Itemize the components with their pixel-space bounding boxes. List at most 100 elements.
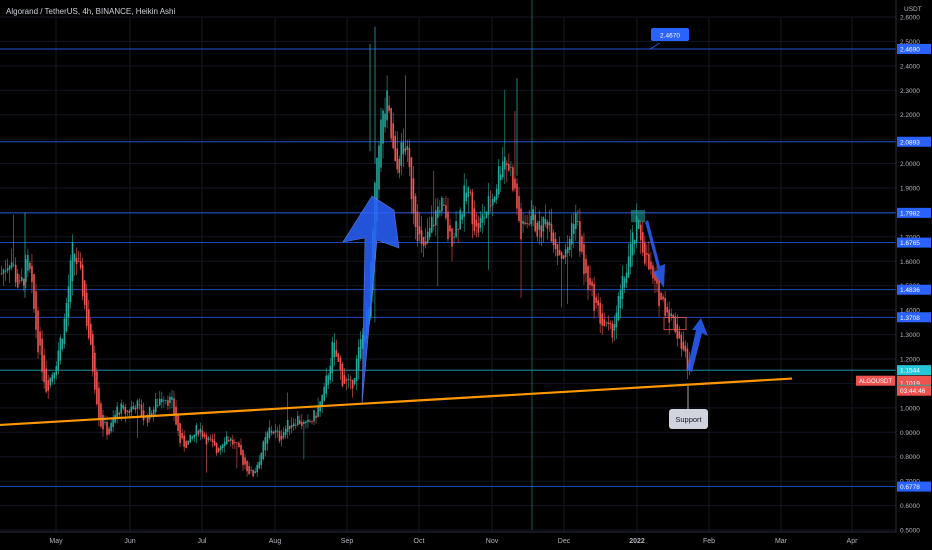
candle-body — [242, 449, 244, 465]
candle-body — [96, 371, 98, 405]
x-tick-label: May — [49, 538, 63, 545]
candle-body — [570, 223, 573, 245]
candle-body — [240, 445, 242, 455]
candle-body — [225, 436, 228, 444]
candle-body — [558, 249, 561, 255]
candle-body — [599, 302, 601, 324]
candle-body — [546, 221, 549, 229]
candle-body — [183, 435, 185, 447]
candle-body — [554, 238, 557, 250]
candle-body — [587, 266, 589, 290]
candle-body — [116, 406, 118, 419]
candle-body — [595, 297, 597, 304]
candle-body — [487, 195, 490, 215]
candle-body — [173, 398, 175, 415]
candle-body — [81, 264, 84, 297]
candle-body — [613, 324, 616, 331]
y-tick-label: 0.8000 — [900, 454, 920, 461]
candle-body — [299, 420, 301, 424]
candle-body — [432, 224, 435, 227]
candle-body — [18, 280, 21, 282]
candle-body — [167, 400, 169, 406]
candle-body — [473, 208, 476, 231]
candle-body — [23, 278, 25, 286]
candle-body — [10, 262, 13, 268]
y-tick-label: 0.5000 — [900, 528, 920, 535]
candle-body — [77, 260, 80, 262]
candle-body — [138, 404, 141, 406]
candle-body — [607, 322, 610, 324]
candle-body — [238, 442, 240, 448]
candle-body — [341, 363, 344, 387]
candle-body — [392, 123, 394, 149]
candle-body — [434, 210, 437, 226]
candle-body — [294, 424, 297, 426]
x-tick-label: Feb — [703, 538, 715, 545]
candle-body — [193, 434, 196, 438]
candle-body — [396, 148, 399, 170]
candle-body — [583, 244, 585, 275]
candle-body — [232, 439, 234, 445]
x-tick-label: Mar — [775, 538, 788, 545]
price-chart[interactable]: 2.4670Support 2.60002.50002.40002.30002.… — [0, 0, 932, 550]
candle-body — [292, 423, 295, 427]
candle-body — [8, 265, 11, 270]
price-axis-panel[interactable] — [896, 0, 932, 550]
candle-body — [274, 430, 277, 433]
candle-body — [631, 232, 634, 256]
chart-window: 2.4670 Support 2.6000 2.5000 2.4000 2.3000 2.… — [0, 0, 932, 550]
candle-body — [441, 197, 443, 212]
candle-body — [209, 438, 212, 440]
x-tick-label: Apr — [847, 538, 859, 545]
candle-body — [530, 215, 532, 225]
candle-body — [244, 457, 246, 465]
candle-body — [485, 211, 488, 219]
candle-body — [248, 466, 250, 475]
candle-body — [35, 291, 37, 330]
candle-body — [585, 259, 587, 274]
candle-body — [400, 142, 403, 166]
candle-body — [63, 318, 66, 345]
candle-body — [201, 430, 204, 437]
candle-body — [562, 255, 565, 259]
candle-body — [428, 228, 431, 238]
candle-body — [491, 198, 494, 206]
candle-body — [236, 442, 238, 444]
y-tick-label: 1.2000 — [900, 357, 920, 364]
candle-body — [601, 313, 604, 326]
x-tick-label: Jun — [124, 538, 135, 545]
candle-body — [120, 403, 123, 414]
candle-body — [321, 395, 323, 407]
candle-body — [55, 365, 58, 376]
candle-body — [89, 323, 92, 345]
candle-body — [439, 210, 441, 213]
candle-body — [568, 238, 571, 251]
candle-body — [213, 440, 216, 446]
candle-body — [499, 174, 502, 181]
candle-body — [14, 264, 17, 283]
candle-body — [666, 306, 668, 313]
candle-body — [132, 405, 135, 410]
candle-body — [437, 206, 439, 218]
candle-body — [53, 372, 56, 379]
candle-body — [449, 225, 451, 232]
candle-body — [94, 352, 96, 390]
candle-body — [217, 448, 220, 452]
candle-body — [307, 419, 309, 423]
candle-body — [154, 398, 157, 412]
candle-body — [579, 221, 581, 252]
candle-body — [536, 222, 539, 237]
candle-body — [227, 440, 230, 442]
candle-body — [357, 347, 360, 370]
candle-body — [359, 339, 362, 359]
candle-body — [471, 192, 474, 225]
symbol-label: ALGOUSDT — [859, 379, 892, 385]
candle-body — [550, 223, 553, 242]
green-zone-box[interactable] — [631, 209, 645, 223]
x-tick-label: Oct — [414, 538, 425, 545]
candle-body — [223, 441, 226, 447]
candle-body — [92, 334, 94, 372]
candle-body — [211, 439, 214, 443]
y-tick-label: 0.9000 — [900, 430, 920, 437]
candle-body — [384, 113, 386, 128]
